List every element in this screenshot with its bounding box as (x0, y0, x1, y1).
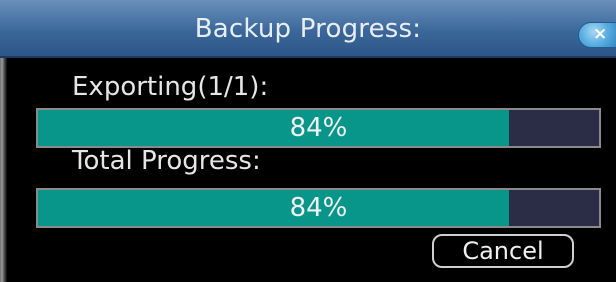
close-icon: × (593, 24, 608, 44)
exporting-progress-bar: 84% (36, 108, 601, 148)
backup-progress-dialog: Backup Progress: × Exporting(1/1): 84% T… (0, 0, 616, 282)
exporting-label: Exporting(1/1): (72, 72, 269, 102)
total-progress-bar: 84% (36, 188, 601, 228)
dialog-titlebar: Backup Progress: × (0, 0, 616, 58)
dialog-title: Backup Progress: (194, 14, 422, 44)
total-progress-text: 84% (289, 193, 348, 223)
cancel-button[interactable]: Cancel (432, 234, 574, 268)
total-progress-label: Total Progress: (72, 146, 261, 176)
window-left-border (0, 58, 7, 282)
exporting-progress-text: 84% (289, 113, 348, 143)
close-button[interactable]: × (578, 22, 616, 48)
